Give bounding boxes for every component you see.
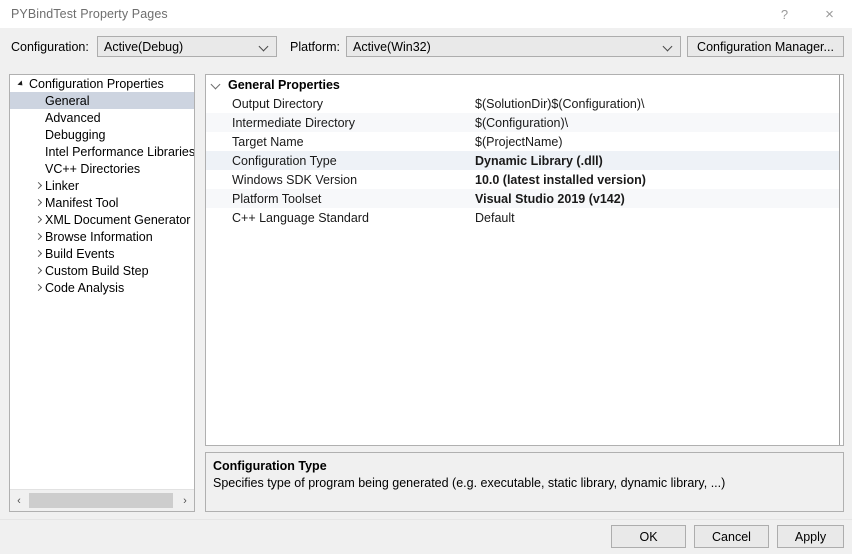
configuration-dropdown[interactable]: Active(Debug) [97, 36, 277, 57]
tree-item-linker[interactable]: Linker [10, 177, 194, 194]
tree-item-manifest-tool[interactable]: Manifest Tool [10, 194, 194, 211]
description-panel: Configuration Type Specifies type of pro… [205, 452, 844, 512]
apply-button[interactable]: Apply [777, 525, 844, 548]
description-title: Configuration Type [213, 459, 327, 473]
property-name: Target Name [232, 134, 304, 149]
tree-item-custom-build-step[interactable]: Custom Build Step [10, 262, 194, 279]
expander-collapsed-icon[interactable] [32, 211, 45, 228]
tree-item-label: Code Analysis [45, 280, 125, 295]
scrollbar-track[interactable] [28, 491, 176, 511]
description-text: Specifies type of program being generate… [213, 476, 726, 490]
chevron-down-icon [260, 42, 269, 51]
property-value[interactable]: $(Configuration)\ [475, 116, 568, 130]
tree-item-label: Intel Performance Libraries [45, 144, 194, 159]
property-row[interactable]: Target Name $(ProjectName) [206, 132, 843, 151]
property-name: C++ Language Standard [232, 210, 369, 225]
scroll-right-arrow-icon[interactable]: › [176, 491, 194, 511]
tree-item-label: Advanced [45, 110, 101, 125]
property-grid-section-header[interactable]: General Properties [206, 75, 843, 94]
expander-collapsed-icon[interactable] [32, 194, 45, 211]
tree-item-label: VC++ Directories [45, 161, 141, 176]
scroll-left-arrow-icon[interactable]: ‹ [10, 491, 28, 511]
property-row[interactable]: Intermediate Directory $(Configuration)\ [206, 113, 843, 132]
tree-horizontal-scrollbar[interactable]: ‹ › [10, 489, 194, 511]
property-value[interactable]: Dynamic Library (.dll) [475, 154, 603, 168]
chevron-down-icon [664, 42, 673, 51]
configuration-value: Active(Debug) [104, 39, 184, 54]
property-value[interactable]: Default [475, 211, 515, 225]
property-name: Output Directory [232, 96, 324, 111]
tree-item-xml-document-generator[interactable]: XML Document Generator [10, 211, 194, 228]
tree-item-label: Debugging [45, 127, 106, 142]
ok-button[interactable]: OK [611, 525, 686, 548]
expander-collapsed-icon[interactable] [32, 177, 45, 194]
expander-collapsed-icon[interactable] [32, 228, 45, 245]
property-row[interactable]: C++ Language Standard Default [206, 208, 843, 227]
tree-item-configuration-properties[interactable]: Configuration Properties [10, 75, 194, 92]
property-name: Intermediate Directory [232, 115, 355, 130]
tree-item-debugging[interactable]: Debugging [10, 126, 194, 143]
tree-item-label: Linker [45, 178, 80, 193]
platform-value: Active(Win32) [353, 39, 431, 54]
property-row[interactable]: Platform Toolset Visual Studio 2019 (v142… [206, 189, 843, 208]
property-row[interactable]: Configuration Type Dynamic Library (.dll) [206, 151, 843, 170]
window-title: PYBindTest Property Pages [11, 7, 168, 21]
property-grid-rows: Output Directory $(SolutionDir)$(Configur… [206, 94, 843, 227]
configuration-manager-button[interactable]: Configuration Manager... [687, 36, 844, 57]
property-grid-panel: General Properties Output Directory $(Sol… [205, 74, 844, 446]
expander-collapsed-icon[interactable] [32, 279, 45, 296]
tree-item-browse-information[interactable]: Browse Information [10, 228, 194, 245]
title-bar: PYBindTest Property Pages ? × [0, 0, 852, 28]
property-value[interactable]: Visual Studio 2019 (v142) [475, 192, 625, 206]
property-name: Configuration Type [232, 153, 337, 168]
help-icon[interactable]: ? [762, 0, 807, 28]
property-name: Platform Toolset [232, 191, 322, 206]
tree-item-label: Custom Build Step [45, 263, 149, 278]
tree-item-intel-performance-libraries[interactable]: Intel Performance Libraries [10, 143, 194, 160]
property-value[interactable]: $(ProjectName) [475, 135, 563, 149]
expander-collapsed-icon[interactable] [32, 262, 45, 279]
tree-item-label: Browse Information [45, 229, 153, 244]
cancel-button[interactable]: Cancel [694, 525, 769, 548]
tree-item-general[interactable]: General [10, 92, 194, 109]
configuration-tree-panel: Configuration Properties General Advanced D… [9, 74, 195, 512]
expander-open-icon[interactable] [16, 75, 29, 92]
platform-label: Platform: [290, 40, 341, 54]
tree-item-code-analysis[interactable]: Code Analysis [10, 279, 194, 296]
configuration-bar: Configuration: Active(Debug) Platform: A… [0, 30, 852, 66]
tree-item-label: XML Document Generator [45, 212, 191, 227]
scrollbar-thumb[interactable] [29, 492, 173, 508]
chevron-down-icon [206, 75, 228, 94]
tree-item-label: General [45, 93, 90, 108]
tree-item-vc-directories[interactable]: VC++ Directories [10, 160, 194, 177]
title-bar-buttons: ? × [762, 0, 852, 28]
property-value[interactable]: $(SolutionDir)$(Configuration)\ [475, 97, 645, 111]
close-icon[interactable]: × [807, 0, 852, 28]
property-row[interactable]: Windows SDK Version 10.0 (latest installe… [206, 170, 843, 189]
tree-item-label: Build Events [45, 246, 115, 261]
platform-dropdown[interactable]: Active(Win32) [346, 36, 681, 57]
grid-splitter[interactable] [839, 75, 843, 445]
dialog-footer: OK Cancel Apply [0, 520, 852, 554]
configuration-tree: Configuration Properties General Advanced D… [10, 75, 194, 489]
property-value[interactable]: 10.0 (latest installed version) [475, 173, 646, 187]
tree-item-label: Configuration Properties [29, 76, 164, 91]
configuration-label: Configuration: [11, 40, 89, 54]
tree-item-label: Manifest Tool [45, 195, 119, 210]
expander-collapsed-icon[interactable] [32, 245, 45, 262]
section-header-label: General Properties [228, 77, 340, 92]
tree-item-build-events[interactable]: Build Events [10, 245, 194, 262]
property-name: Windows SDK Version [232, 172, 358, 187]
property-row[interactable]: Output Directory $(SolutionDir)$(Configur… [206, 94, 843, 113]
tree-item-advanced[interactable]: Advanced [10, 109, 194, 126]
